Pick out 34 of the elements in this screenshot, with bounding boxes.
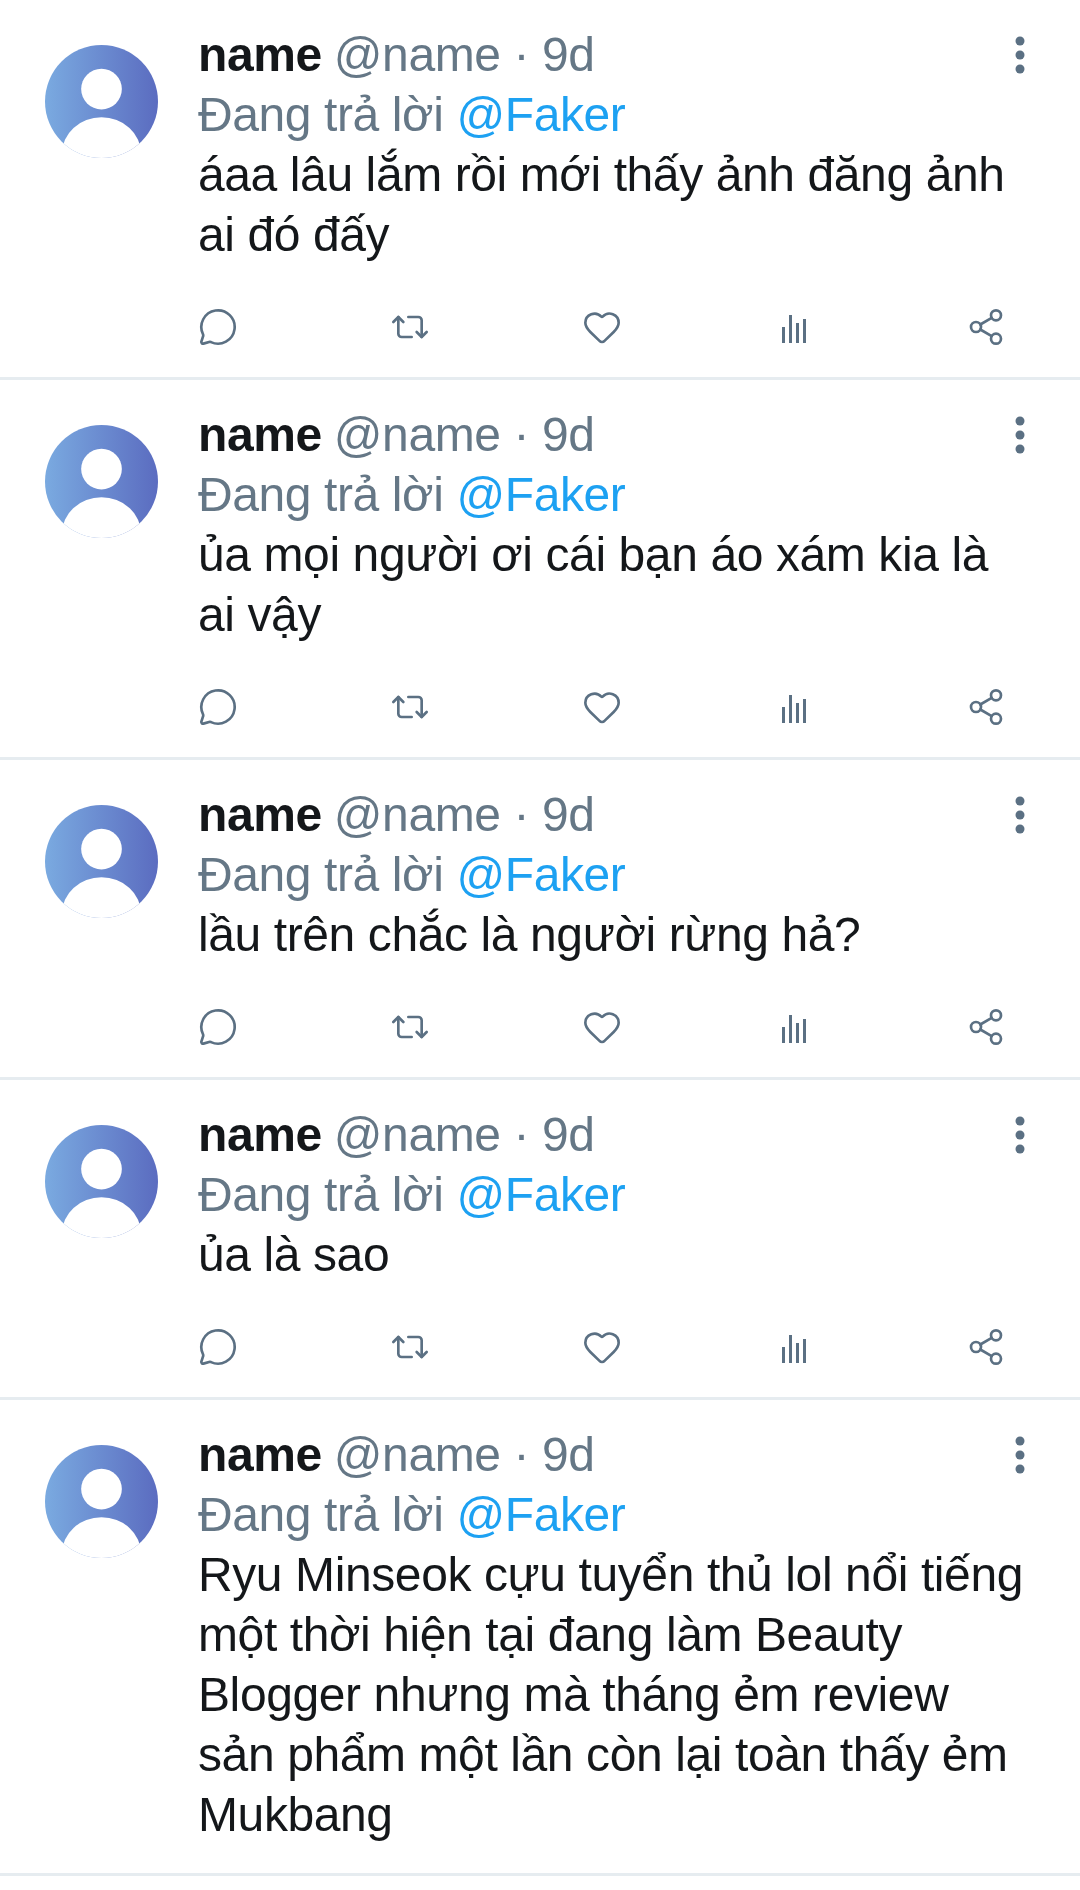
reply-line: Đang trả lời @Faker: [198, 87, 627, 143]
user-name[interactable]: name: [198, 25, 322, 85]
reply-icon[interactable]: [198, 1327, 238, 1367]
avatar[interactable]: [45, 1445, 158, 1558]
user-name[interactable]: name: [198, 785, 322, 845]
reply-line: Đang trả lời @Faker: [198, 847, 627, 903]
handle-time: @name · 9d: [333, 407, 595, 463]
reply-icon[interactable]: [198, 1007, 238, 1047]
user-name[interactable]: name: [198, 405, 322, 465]
reply-line: Đang trả lời @Faker: [198, 467, 627, 523]
avatar[interactable]: [45, 805, 158, 918]
more-icon[interactable]: [1014, 35, 1026, 75]
handle-time: @name · 9d: [333, 1427, 595, 1483]
handle-time: @name · 9d: [333, 27, 595, 83]
tweet-text: áaa lâu lắm rồi mới thấy ảnh đăng ảnh ai đó đấy: [198, 147, 1006, 263]
reply-line: Đang trả lời @Faker: [198, 1487, 627, 1543]
user-name[interactable]: name: [198, 1105, 322, 1165]
more-icon[interactable]: [1014, 795, 1026, 835]
handle-time: @name · 9d: [333, 787, 595, 843]
reply-icon[interactable]: [198, 687, 238, 727]
reply-line: Đang trả lời @Faker: [198, 1167, 627, 1223]
avatar[interactable]: [45, 425, 158, 538]
user-name[interactable]: name: [198, 1425, 322, 1485]
tweet-text: ủa là sao: [198, 1227, 391, 1283]
handle-time: @name · 9d: [333, 1107, 595, 1163]
more-icon[interactable]: [1014, 1435, 1026, 1475]
tweet-text: Ryu Minseok cựu tuyển thủ lol nổi tiếng một thời hiện tại đang làm Beauty Blogger nhưng mà tháng ẻm review sản phẩm một lần còn lại toàn thấy ẻm Mukbang: [198, 1547, 1024, 1843]
more-icon[interactable]: [1014, 1115, 1026, 1155]
avatar[interactable]: [45, 1125, 158, 1238]
reply-icon[interactable]: [198, 307, 238, 347]
avatar[interactable]: [45, 45, 158, 158]
more-icon[interactable]: [1014, 415, 1026, 455]
tweet-text: ủa mọi người ơi cái bạn áo xám kia là ai vậy: [198, 527, 990, 643]
tweet-text: lầu trên chắc là người rừng hả?: [198, 907, 862, 963]
